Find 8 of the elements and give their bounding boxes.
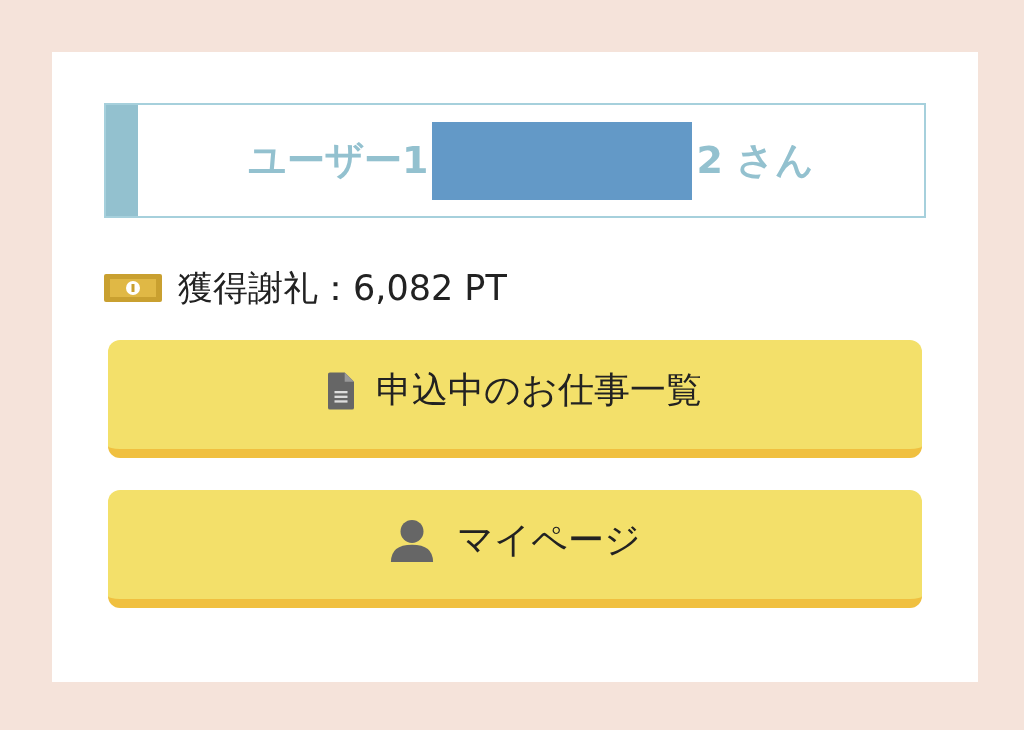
banknote-icon bbox=[104, 274, 162, 302]
person-icon bbox=[389, 517, 435, 564]
reward-points: 獲得謝礼：6,082 PT bbox=[178, 266, 507, 310]
user-name-suffix: 2 さん bbox=[696, 137, 815, 184]
menu-button[interactable]: マイページ bbox=[108, 490, 922, 608]
user-name: ユーザー1 bbox=[247, 137, 429, 184]
document-icon bbox=[328, 371, 354, 410]
menu-button[interactable]: 申込中のお仕事一覧 bbox=[108, 340, 922, 458]
